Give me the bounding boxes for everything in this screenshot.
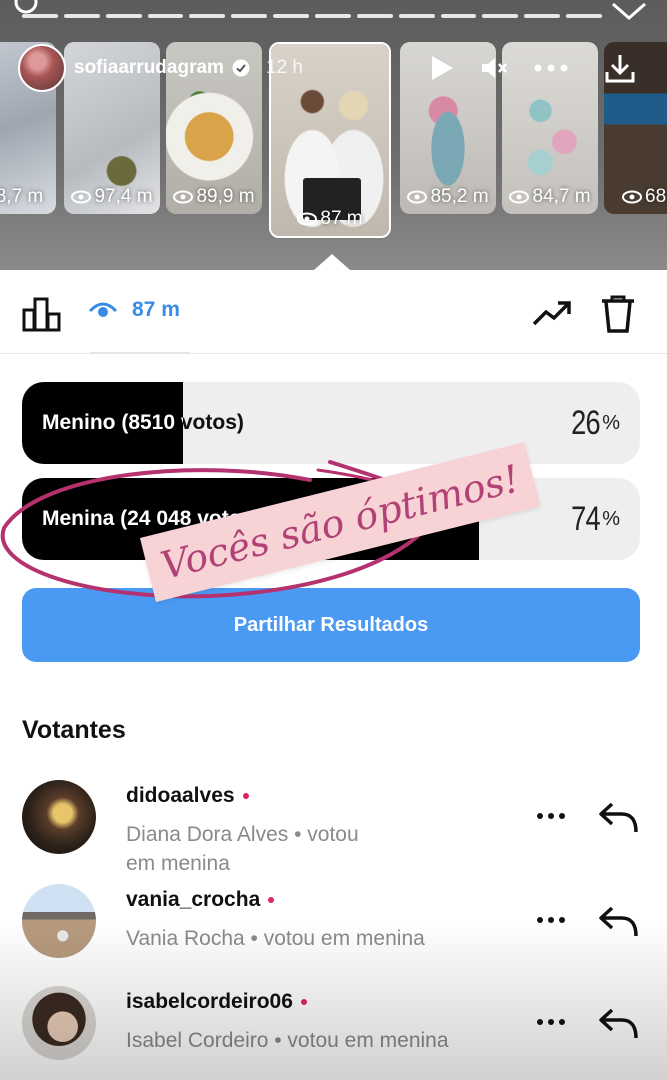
- eye-icon: [88, 302, 118, 317]
- viewers-count: 87 m: [132, 298, 180, 321]
- voter-row[interactable]: didoaalves Diana Dora Alves • votou em m…: [0, 780, 667, 890]
- poll-option-percent: 26%: [571, 403, 620, 442]
- eye-icon: [407, 190, 428, 204]
- more-options-icon[interactable]: [536, 1018, 566, 1026]
- reply-icon[interactable]: [598, 1006, 640, 1040]
- story-time: 12 h: [265, 57, 303, 78]
- bar-chart-icon[interactable]: [22, 296, 62, 332]
- tab-underline: [90, 352, 190, 354]
- eye-icon: [509, 190, 530, 204]
- eye-icon: [173, 190, 194, 204]
- voter-subtitle: Isabel Cordeiro • votou em menina: [126, 1029, 449, 1052]
- voter-avatar[interactable]: [22, 780, 96, 854]
- voter-avatar[interactable]: [22, 884, 96, 958]
- poll-option-percent: 74%: [571, 499, 620, 538]
- voter-subtitle: Vania Rocha • votou em menina: [126, 927, 425, 950]
- voter-username[interactable]: isabelcordeiro06: [126, 990, 307, 1014]
- active-thumbnail-pointer: [314, 254, 350, 270]
- thumbnail-views: 89,9 m: [196, 186, 255, 207]
- reply-icon[interactable]: [598, 904, 640, 938]
- voter-avatar[interactable]: [22, 986, 96, 1060]
- chevron-down-icon[interactable]: [609, 0, 649, 24]
- trending-icon[interactable]: [532, 298, 572, 328]
- avatar[interactable]: [18, 44, 66, 92]
- trash-icon[interactable]: [600, 294, 636, 334]
- download-icon[interactable]: [604, 52, 636, 84]
- thumbnail-views: 85,2 m: [430, 186, 489, 207]
- story-progress-segments: [22, 14, 603, 18]
- voters-title: Votantes: [22, 716, 126, 744]
- mute-icon[interactable]: [480, 56, 508, 80]
- thumbnail-views: 84,7 m: [532, 186, 591, 207]
- thumbnail-views: 8,7 m: [0, 186, 44, 207]
- share-results-button[interactable]: Partilhar Resultados: [22, 588, 640, 662]
- more-options-icon[interactable]: [536, 916, 566, 924]
- thumbnail-views: 68,6: [645, 186, 667, 207]
- tab-viewers[interactable]: 87 m: [88, 298, 180, 322]
- eye-icon: [71, 190, 92, 204]
- verified-badge-icon: [232, 59, 250, 77]
- insights-panel: 87 m Menino (8510 votos) 26% Menina (24 …: [0, 270, 667, 1080]
- story-strip: 8,7 m 97,4 m 89,9 m 87 m 85,2 m 84,7 m 6…: [0, 0, 667, 270]
- eye-icon: [622, 190, 642, 204]
- thumbnail-views: 97,4 m: [94, 186, 153, 207]
- eye-icon: [297, 212, 318, 226]
- story-username[interactable]: sofiaarrudagram: [74, 57, 224, 79]
- story-controls: [430, 52, 636, 84]
- voter-subtitle: Diana Dora Alves • votou em menina: [126, 823, 359, 875]
- poll-option-label: Menino (8510 votos): [42, 411, 244, 434]
- voter-row[interactable]: isabelcordeiro06 Isabel Cordeiro • votou…: [0, 986, 667, 1080]
- poll-option-menino: Menino (8510 votos) 26%: [22, 382, 640, 464]
- new-dot-icon: [300, 999, 307, 1005]
- reply-icon[interactable]: [598, 800, 640, 834]
- more-options-icon[interactable]: [536, 812, 566, 820]
- new-dot-icon: [242, 793, 249, 799]
- insights-tabs: 87 m: [0, 270, 667, 354]
- voter-row[interactable]: vania_crocha Vania Rocha • votou em meni…: [0, 884, 667, 994]
- new-dot-icon: [268, 897, 275, 903]
- thumbnail-views: 87 m: [320, 208, 363, 229]
- voter-username[interactable]: didoaalves: [126, 784, 249, 808]
- more-options-icon[interactable]: [534, 64, 568, 72]
- play-icon[interactable]: [430, 55, 454, 81]
- story-header: sofiaarrudagram 12 h: [18, 44, 303, 92]
- voter-username[interactable]: vania_crocha: [126, 888, 275, 912]
